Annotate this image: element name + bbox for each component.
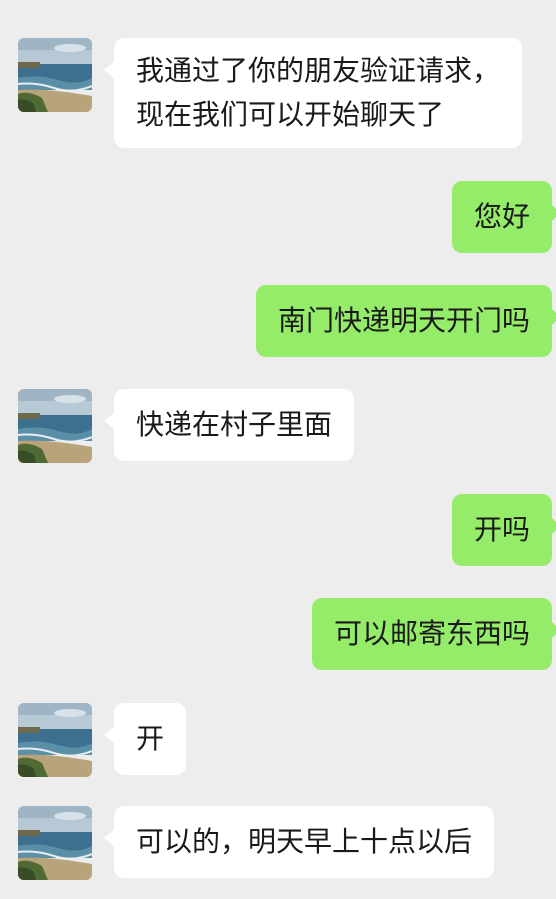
message-text-line: 现在我们可以开始聊天了: [136, 98, 445, 131]
beach-landscape-icon: [18, 38, 92, 112]
message-text-line: 我通过了你的朋友验证请求，: [136, 54, 501, 87]
incoming-message-bubble[interactable]: 开: [103, 703, 187, 775]
outgoing-message-bubble[interactable]: 南门快递明天开门吗: [255, 285, 556, 357]
message-text: 快递在村子里面: [136, 408, 333, 441]
beach-landscape-icon: [18, 389, 92, 463]
message-text: 开: [136, 722, 165, 755]
message-text: 可以邮寄东西吗: [333, 617, 530, 650]
incoming-message-bubble[interactable]: 快递在村子里面: [103, 389, 355, 461]
outgoing-message-bubble[interactable]: 您好: [451, 181, 556, 253]
message-text: 南门快递明天开门吗: [277, 304, 530, 337]
outgoing-message-bubble[interactable]: 开吗: [451, 494, 556, 566]
incoming-message-bubble[interactable]: 我通过了你的朋友验证请求， 现在我们可以开始聊天了: [103, 38, 523, 148]
contact-avatar[interactable]: [18, 38, 92, 112]
message-text: 您好: [473, 200, 530, 233]
chat-screen: { "messages": [ {"direction":"in", "line…: [0, 0, 556, 899]
incoming-message-bubble[interactable]: 可以的，明天早上十点以后: [103, 806, 495, 878]
contact-avatar[interactable]: [18, 703, 92, 777]
message-text: 可以的，明天早上十点以后: [136, 825, 473, 858]
outgoing-message-bubble[interactable]: 可以邮寄东西吗: [311, 598, 556, 670]
beach-landscape-icon: [18, 806, 92, 880]
contact-avatar[interactable]: [18, 389, 92, 463]
beach-landscape-icon: [18, 703, 92, 777]
message-text: 开吗: [473, 513, 530, 546]
contact-avatar[interactable]: [18, 806, 92, 880]
